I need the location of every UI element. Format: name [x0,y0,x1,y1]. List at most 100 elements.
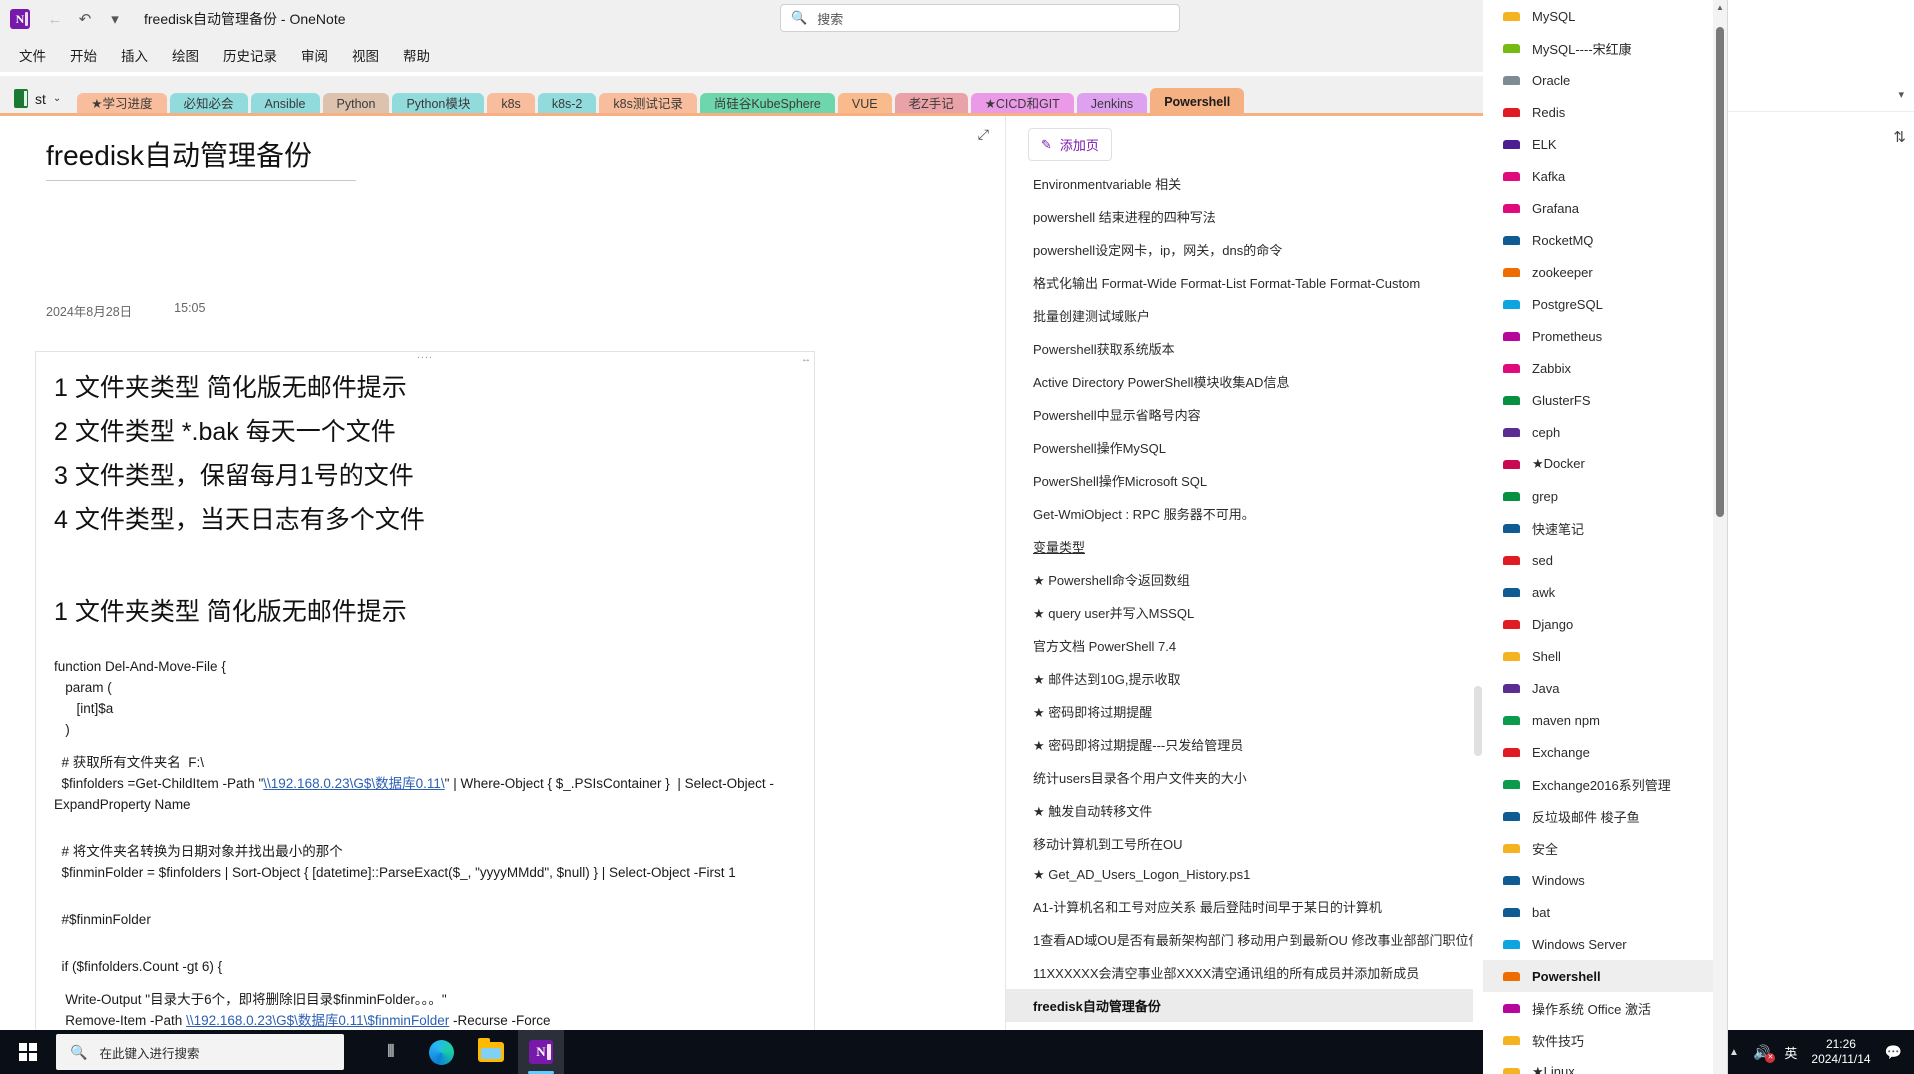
page-list-item[interactable]: 格式化输出 Format-Wide Format-List Format-Tab… [1006,266,1483,299]
section-item[interactable]: RocketMQ [1483,224,1727,256]
task-view-button[interactable]: ⫴ [368,1030,414,1074]
notification-icon[interactable]: 💬 [1885,1044,1902,1061]
section-item[interactable]: 快速笔记 [1483,512,1727,544]
notebook-selector[interactable]: st ⌄ [0,89,71,116]
page-list-scroll-thumb[interactable] [1474,686,1482,756]
page-list-item[interactable]: ★ query user并写入MSSQL [1006,596,1483,629]
sort-icon[interactable]: ⇅ [1893,128,1906,146]
section-item[interactable]: sed [1483,544,1727,576]
page-list-item[interactable]: 批量创建测试域账户 [1006,299,1483,332]
sections-scrollbar[interactable]: ▲ [1713,0,1727,1074]
ime-indicator[interactable]: 英 [1784,1043,1797,1062]
page-list-item[interactable]: 官方文档 PowerShell 7.4 [1006,629,1483,662]
page-list-item[interactable]: ★ 触发自动转移文件 [1006,794,1483,827]
section-item[interactable]: Zabbix [1483,352,1727,384]
page-list-item[interactable]: 1查看AD域OU是否有最新架构部门 移动用户到最新OU 修改事业部部门职位信息 [1006,923,1483,956]
start-button[interactable] [0,1030,56,1074]
tray-expand-icon[interactable]: ▲ [1729,1047,1739,1058]
edge-button[interactable] [418,1030,464,1074]
page-list-item[interactable]: 11XXXXXX会清空事业部XXXX清空通讯组的所有成员并添加新成员 [1006,956,1483,989]
menu-item-history[interactable]: 历史记录 [212,40,288,70]
add-page-button[interactable]: ✎ 添加页 [1028,128,1112,161]
section-item[interactable]: Java [1483,672,1727,704]
code-link[interactable]: \\192.168.0.23\G$\数据库0.11\ [263,776,444,791]
menu-item-view[interactable]: 视图 [341,40,390,70]
page-list-item[interactable]: PowerShell操作Microsoft SQL [1006,464,1483,497]
page-list-item[interactable]: 变量类型 [1006,530,1483,563]
customize-toolbar-icon[interactable]: ▾ [102,6,128,32]
section-item[interactable]: MySQL----宋红康 [1483,32,1727,64]
container-resize-icon[interactable]: ↔ [801,354,811,365]
section-item[interactable]: grep [1483,480,1727,512]
clock[interactable]: 21:26 2024/11/14 [1811,1037,1870,1067]
section-item[interactable]: 软件技巧 [1483,1024,1727,1056]
menu-item-help[interactable]: 帮助 [392,40,441,70]
section-item[interactable]: Kafka [1483,160,1727,192]
section-item[interactable]: Django [1483,608,1727,640]
page-list-item-selected[interactable]: freedisk自动管理备份 [1006,989,1483,1022]
section-item[interactable]: Redis [1483,96,1727,128]
page-list-item[interactable]: powershell设定网卡，ip，网关，dns的命令 [1006,233,1483,266]
section-item[interactable]: Shell [1483,640,1727,672]
page-list-item[interactable]: ★ Powershell命令返回数组 [1006,563,1483,596]
section-item[interactable]: ceph [1483,416,1727,448]
section-item[interactable]: ELK [1483,128,1727,160]
section-item[interactable]: 操作系统 Office 激活 [1483,992,1727,1024]
page-title[interactable]: freedisk自动管理备份 [46,134,356,181]
menu-item-file[interactable]: 文件 [8,40,57,70]
page-list-item[interactable]: Powershell操作MySQL [1006,431,1483,464]
page-list-item[interactable]: Environmentvariable 相关 [1006,167,1483,200]
page-list-item[interactable]: ★ 邮件达到10G,提示收取 [1006,662,1483,695]
section-item[interactable]: ★Docker [1483,448,1727,480]
section-item[interactable]: 反垃圾邮件 梭子鱼 [1483,800,1727,832]
section-item[interactable]: Windows [1483,864,1727,896]
page-list-item[interactable]: ★ 密码即将过期提醒 [1006,695,1483,728]
page-list-item[interactable]: Active Directory PowerShell模块收集AD信息 [1006,365,1483,398]
note-canvas[interactable]: ⤢ freedisk自动管理备份 2024年8月28日 15:05 .... ↔… [0,116,1005,1030]
menu-item-home[interactable]: 开始 [59,40,108,70]
section-item[interactable]: Exchange [1483,736,1727,768]
page-list-item[interactable]: Powershell获取系统版本 [1006,332,1483,365]
page-list-item[interactable]: ★ Get_AD_Users_Logon_History.ps1 [1006,860,1483,890]
section-item[interactable]: PostgreSQL [1483,288,1727,320]
section-tab-13[interactable]: Powershell [1150,88,1245,116]
menu-item-draw[interactable]: 绘图 [161,40,210,70]
section-item[interactable]: Exchange2016系列管理 [1483,768,1727,800]
page-list-item[interactable]: Powershell中显示省略号内容 [1006,398,1483,431]
sections-scroll-thumb[interactable] [1716,27,1724,517]
page-list-item[interactable]: ★ 密码即将过期提醒---只发给管理员 [1006,728,1483,761]
volume-muted-icon[interactable]: 🔊 ✕ [1753,1044,1776,1063]
page-list-item[interactable]: 检查各个文件夹大小 [1006,1022,1483,1030]
note-content-container[interactable]: .... ↔ 1 文件夹类型 简化版无邮件提示 2 文件类型 *.bak 每天一个… [35,350,815,1030]
menu-item-review[interactable]: 审阅 [290,40,339,70]
section-item[interactable]: zookeeper [1483,256,1727,288]
section-item[interactable]: ★Linux [1483,1056,1727,1074]
chevron-down-icon[interactable]: ▾ [1898,88,1904,101]
page-list-item[interactable]: A1-计算机名和工号对应关系 最后登陆时间早于某日的计算机 [1006,890,1483,923]
section-item[interactable]: Prometheus [1483,320,1727,352]
search-box[interactable]: 🔍 搜索 [780,4,1180,32]
page-list-scrollbar[interactable] [1473,116,1483,1030]
section-item[interactable]: 安全 [1483,832,1727,864]
container-move-handle[interactable]: .... [417,350,433,361]
section-item[interactable]: bat [1483,896,1727,928]
section-item[interactable]: Grafana [1483,192,1727,224]
page-list-item[interactable]: 移动计算机到工号所在OU [1006,827,1483,860]
taskbar-search[interactable]: 🔍 在此键入进行搜索 [56,1034,344,1070]
code-link[interactable]: \\192.168.0.23\G$\数据库0.11\$finminFolder [186,1013,449,1028]
expand-page-icon[interactable]: ⤢ [978,126,989,143]
section-item[interactable]: Oracle [1483,64,1727,96]
undo-icon[interactable]: ↶ [72,6,98,32]
section-item[interactable]: Windows Server [1483,928,1727,960]
file-explorer-button[interactable] [468,1030,514,1074]
section-item[interactable]: MySQL [1483,0,1727,32]
page-list-item[interactable]: powershell 结束进程的四种写法 [1006,200,1483,233]
section-item[interactable]: maven npm [1483,704,1727,736]
onenote-taskbar-button[interactable]: N [518,1030,564,1074]
page-list-item[interactable]: 统计users目录各个用户文件夹的大小 [1006,761,1483,794]
section-item-selected[interactable]: Powershell [1483,960,1727,992]
menu-item-insert[interactable]: 插入 [110,40,159,70]
section-item[interactable]: awk [1483,576,1727,608]
chevron-up-icon[interactable]: ▲ [1713,0,1727,14]
section-item[interactable]: GlusterFS [1483,384,1727,416]
